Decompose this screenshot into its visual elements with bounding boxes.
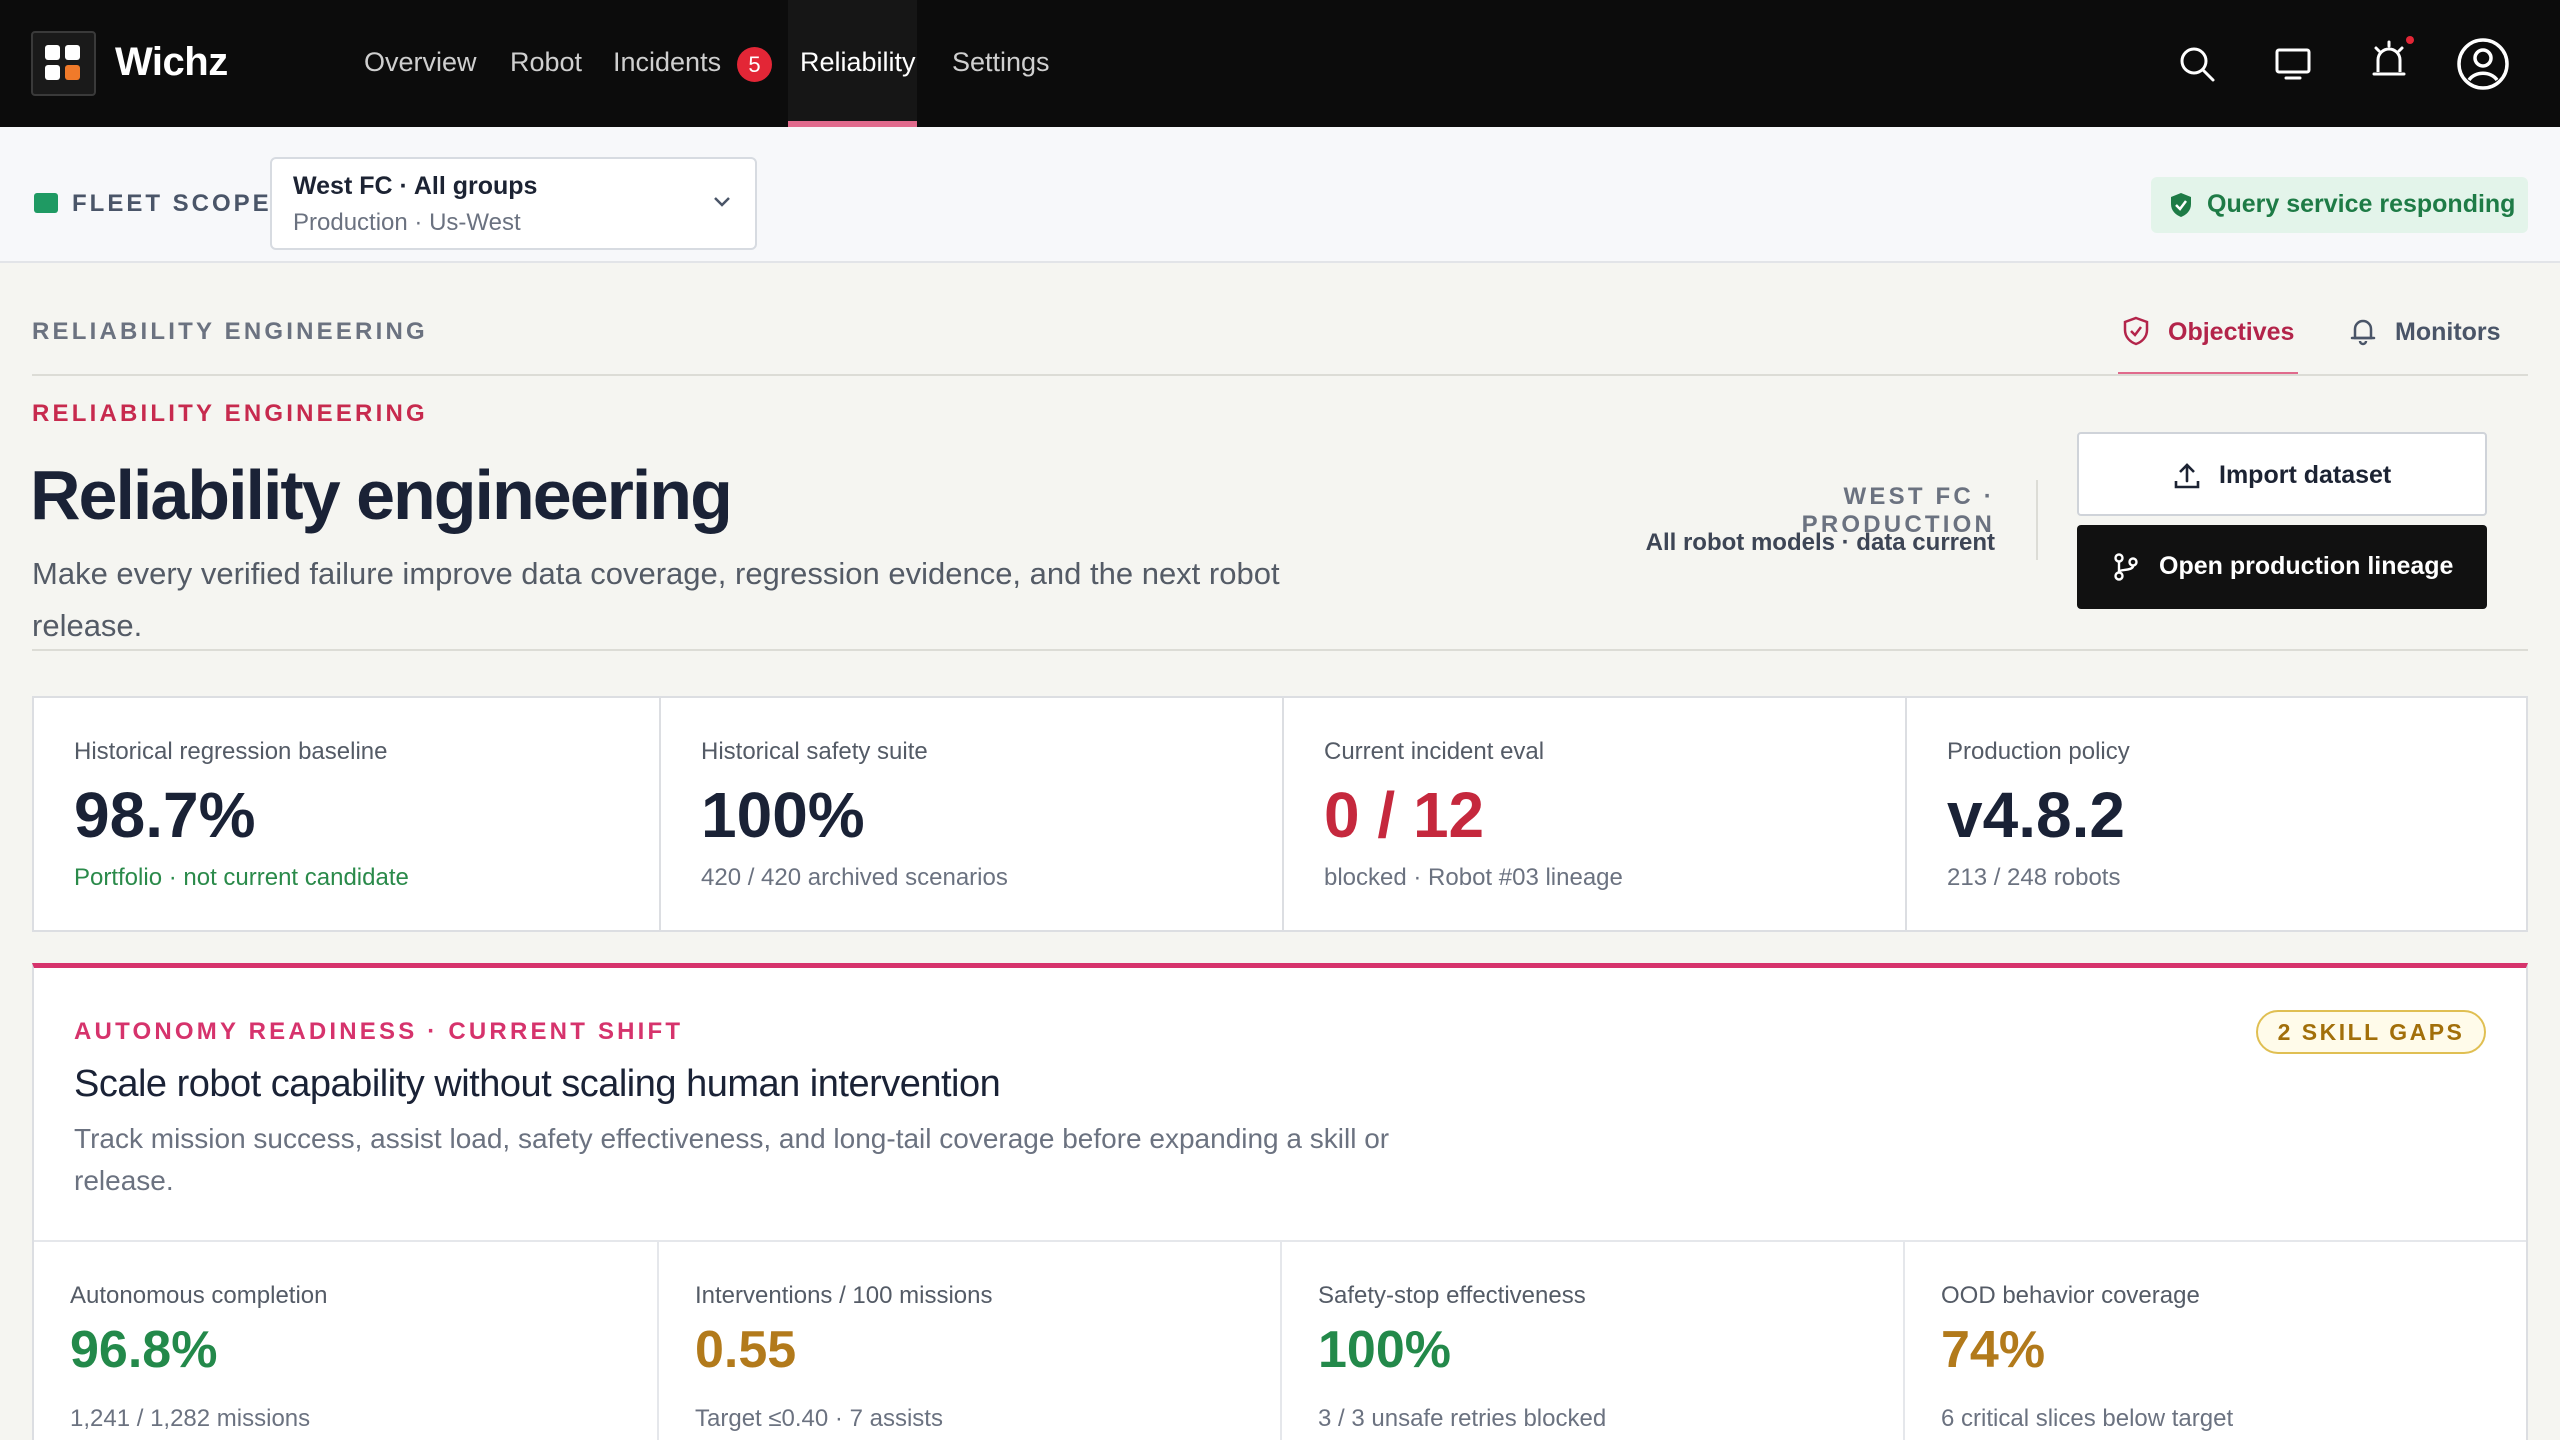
git-branch-icon bbox=[2114, 553, 2138, 581]
context-secondary: All robot models · data current bbox=[1645, 529, 1995, 556]
section-eyebrow: RELIABILITY ENGINEERING bbox=[32, 318, 428, 345]
kpi-label: Historical regression baseline bbox=[74, 738, 388, 765]
metric-value: 96.8% bbox=[70, 1321, 218, 1379]
metric-value: 100% bbox=[1318, 1321, 1451, 1379]
kpi-value: v4.8.2 bbox=[1947, 779, 2125, 851]
kpi-subtext: blocked · Robot #03 lineage bbox=[1324, 864, 1623, 891]
monitor-icon[interactable] bbox=[2274, 45, 2312, 83]
metric-label: OOD behavior coverage bbox=[1941, 1282, 2200, 1309]
scope-primary-value: West FC · All groups bbox=[293, 172, 538, 200]
activity-icon bbox=[34, 193, 58, 213]
autonomy-readiness-card: AUTONOMY READINESS · CURRENT SHIFT 2 SKI… bbox=[32, 963, 2528, 1440]
metric-safety-stop[interactable]: Safety-stop effectiveness 100% 3 / 3 uns… bbox=[1280, 1242, 1903, 1440]
metric-value: 0.55 bbox=[695, 1321, 797, 1379]
nav-item-incidents[interactable]: Incidents bbox=[613, 47, 721, 78]
nav-item-robot[interactable]: Robot bbox=[510, 47, 582, 78]
tab-monitors[interactable]: Monitors bbox=[2395, 318, 2501, 347]
metric-subtext: 1,241 / 1,282 missions bbox=[70, 1405, 311, 1432]
kpi-subtext: 420 / 420 archived scenarios bbox=[701, 864, 1008, 891]
header-divider bbox=[2036, 480, 2038, 560]
page-title: Reliability engineering bbox=[30, 456, 733, 534]
kpi-label: Production policy bbox=[1947, 738, 2130, 765]
open-lineage-button[interactable]: Open production lineage bbox=[2077, 525, 2487, 609]
metric-subtext: 6 critical slices below target bbox=[1941, 1405, 2234, 1432]
kpi-card-production-policy[interactable]: Production policy v4.8.2 213 / 248 robot… bbox=[1905, 698, 2526, 930]
incidents-count-badge: 5 bbox=[737, 47, 772, 82]
kpi-card-safety-suite[interactable]: Historical safety suite 100% 420 / 420 a… bbox=[659, 698, 1282, 930]
kpi-subtext: Portfolio · not current candidate bbox=[74, 864, 409, 891]
open-lineage-label: Open production lineage bbox=[2159, 552, 2454, 580]
shield-check-icon bbox=[2171, 193, 2191, 217]
kpi-card-regression[interactable]: Historical regression baseline 98.7% Por… bbox=[34, 698, 659, 930]
metric-autonomous-completion[interactable]: Autonomous completion 96.8% 1,241 / 1,28… bbox=[34, 1242, 657, 1440]
nav-item-settings[interactable]: Settings bbox=[952, 47, 1050, 78]
nav-item-overview[interactable]: Overview bbox=[364, 47, 477, 78]
autonomy-metrics-row: Autonomous completion 96.8% 1,241 / 1,28… bbox=[34, 1240, 2526, 1440]
import-dataset-label: Import dataset bbox=[2219, 461, 2392, 489]
kpi-label: Historical safety suite bbox=[701, 738, 928, 765]
kpi-card-incident-eval[interactable]: Current incident eval 0 / 12 blocked · R… bbox=[1282, 698, 1905, 930]
top-navigation: Wichz Overview Robot Incidents 5 Reliabi… bbox=[0, 0, 2560, 127]
query-status-text: Query service responding bbox=[2207, 190, 2516, 218]
metric-ood-coverage[interactable]: OOD behavior coverage 74% 6 critical sli… bbox=[1903, 1242, 2526, 1440]
header-bottom-divider bbox=[32, 649, 2528, 651]
skill-gaps-badge: 2 SKILL GAPS bbox=[2256, 1010, 2486, 1054]
tab-objectives[interactable]: Objectives bbox=[2168, 318, 2294, 347]
account-icon[interactable] bbox=[2456, 37, 2510, 91]
autonomy-eyebrow: AUTONOMY READINESS · CURRENT SHIFT bbox=[74, 1018, 684, 1045]
kpi-subtext: 213 / 248 robots bbox=[1947, 864, 2121, 891]
page-subtitle: Make every verified failure improve data… bbox=[32, 556, 1280, 643]
query-status-badge: Query service responding bbox=[2151, 177, 2528, 233]
upload-icon bbox=[2174, 463, 2200, 489]
section-divider bbox=[32, 374, 2528, 376]
scope-secondary-value: Production · Us-West bbox=[293, 209, 521, 236]
kpi-value: 100% bbox=[701, 779, 865, 851]
import-dataset-button[interactable]: Import dataset bbox=[2077, 432, 2487, 516]
metric-interventions[interactable]: Interventions / 100 missions 0.55 Target… bbox=[657, 1242, 1280, 1440]
autonomy-title: Scale robot capability without scaling h… bbox=[74, 1063, 1001, 1105]
app-logo-icon[interactable] bbox=[31, 31, 96, 96]
fleet-scope-label: FLEET SCOPE bbox=[72, 190, 272, 217]
metric-subtext: Target ≤0.40 · 7 assists bbox=[695, 1405, 943, 1432]
kpi-value: 98.7% bbox=[74, 779, 256, 851]
nav-item-reliability[interactable]: Reliability bbox=[800, 47, 916, 78]
fleet-scope-select[interactable]: West FC · All groups Production · Us-Wes… bbox=[270, 157, 757, 250]
app-name[interactable]: Wichz bbox=[115, 40, 228, 85]
alarm-icon[interactable] bbox=[2368, 36, 2414, 82]
kpi-summary-row: Historical regression baseline 98.7% Por… bbox=[32, 696, 2528, 932]
page-eyebrow: RELIABILITY ENGINEERING bbox=[32, 400, 428, 427]
bell-icon bbox=[2350, 319, 2376, 346]
metric-label: Safety-stop effectiveness bbox=[1318, 1282, 1586, 1309]
autonomy-subtitle: Track mission success, assist load, safe… bbox=[74, 1123, 1390, 1196]
search-icon[interactable] bbox=[2178, 45, 2216, 83]
shield-check-icon bbox=[2123, 316, 2149, 346]
metric-label: Interventions / 100 missions bbox=[695, 1282, 993, 1309]
metric-subtext: 3 / 3 unsafe retries blocked bbox=[1318, 1405, 1607, 1432]
chevron-down-icon bbox=[714, 197, 730, 207]
metric-value: 74% bbox=[1941, 1321, 2046, 1379]
kpi-label: Current incident eval bbox=[1324, 738, 1545, 765]
metric-label: Autonomous completion bbox=[70, 1282, 328, 1309]
kpi-value: 0 / 12 bbox=[1324, 779, 1485, 851]
